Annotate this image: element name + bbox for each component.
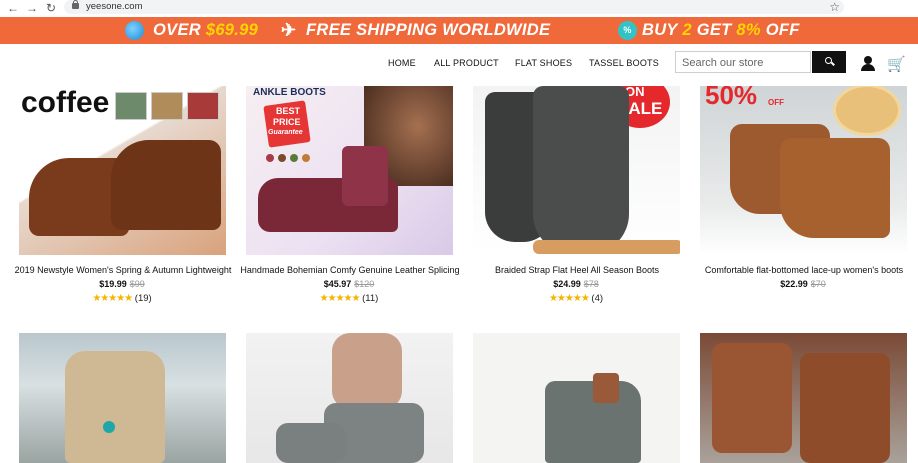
product-title-4[interactable]: Comfortable flat-bottomed lace-up women'… bbox=[684, 265, 918, 275]
promo-banner[interactable]: OVER $69.99 ✈ FREE SHIPPING WORLDWIDE % … bbox=[0, 17, 918, 44]
nav-all-product[interactable]: ALL PRODUCT bbox=[434, 58, 499, 68]
image-overlay-text: OFF bbox=[768, 98, 784, 107]
product-title-1[interactable]: 2019 Newstyle Women's Spring & Autumn Li… bbox=[3, 265, 243, 275]
product-price-2: $45.97 $120 bbox=[323, 279, 375, 289]
product-price-1: $19.99 $99 bbox=[99, 279, 145, 289]
image-badge-text: PRICE bbox=[273, 117, 301, 127]
product-rating-2: ★★★★★ (11) bbox=[319, 293, 379, 304]
product-image-3[interactable]: ON SALE bbox=[473, 86, 680, 255]
promo-free-shipping: FREE SHIPPING WORLDWIDE bbox=[306, 21, 551, 39]
search-input[interactable] bbox=[676, 52, 814, 74]
product-image-7[interactable] bbox=[473, 333, 680, 463]
product-image-5[interactable] bbox=[19, 333, 226, 463]
star-rating-icon: ★★★★★ bbox=[92, 293, 133, 304]
image-overlay-text: coffee bbox=[21, 86, 110, 119]
product-image-1[interactable]: coffee bbox=[19, 86, 226, 255]
product-image-2[interactable]: ANKLE BOOTS BEST PRICE Guarantee bbox=[246, 86, 453, 255]
back-icon[interactable]: ← bbox=[7, 1, 19, 15]
nav-home[interactable]: HOME bbox=[388, 58, 416, 68]
product-image-8[interactable] bbox=[700, 333, 907, 463]
forward-icon[interactable]: → bbox=[26, 1, 38, 15]
percent-icon: % bbox=[618, 21, 637, 40]
star-rating-icon: ★★★★★ bbox=[548, 293, 590, 304]
bookmark-star-icon[interactable]: ☆ bbox=[829, 0, 840, 14]
cart-icon[interactable]: 🛒 bbox=[887, 55, 906, 73]
lock-icon bbox=[72, 0, 79, 9]
search-button[interactable] bbox=[812, 51, 846, 73]
image-badge-text: BEST bbox=[276, 106, 301, 116]
browser-toolbar: ← → ↻ yeesone.com ☆ bbox=[0, 0, 918, 18]
promo-free-threshold: OVER $69.99 bbox=[153, 21, 259, 39]
star-rating-icon: ★★★★★ bbox=[319, 293, 361, 304]
nav-tassel-boots[interactable]: TASSEL BOOTS bbox=[589, 58, 659, 68]
address-bar[interactable]: yeesone.com bbox=[64, 0, 844, 14]
search-box bbox=[675, 51, 814, 74]
globe-icon bbox=[125, 21, 144, 40]
promo-buy-get: BUY 2 GET 8% OFF bbox=[642, 21, 800, 39]
product-image-6[interactable] bbox=[246, 333, 453, 463]
product-title-3[interactable]: Braided Strap Flat Heel All Season Boots bbox=[457, 265, 697, 275]
product-rating-3: ★★★★★ (4) bbox=[548, 293, 604, 304]
image-overlay-title: ANKLE BOOTS bbox=[253, 87, 326, 98]
image-badge-text: Guarantee bbox=[268, 129, 303, 136]
airplane-icon: ✈ bbox=[281, 20, 297, 40]
nav-flat-shoes[interactable]: FLAT SHOES bbox=[515, 58, 572, 68]
product-rating-1: ★★★★★ (19) bbox=[92, 293, 152, 304]
product-price-3: $24.99 $78 bbox=[553, 279, 599, 289]
account-icon[interactable] bbox=[861, 56, 875, 71]
reload-icon[interactable]: ↻ bbox=[46, 1, 56, 15]
product-title-2[interactable]: Handmade Bohemian Comfy Genuine Leather … bbox=[230, 265, 470, 275]
search-icon bbox=[825, 57, 832, 64]
product-image-4[interactable]: 50% OFF bbox=[700, 86, 907, 255]
url-text: yeesone.com bbox=[86, 1, 143, 12]
product-price-4: $22.99 $70 bbox=[780, 279, 826, 289]
image-overlay-text: 50% bbox=[705, 86, 758, 110]
